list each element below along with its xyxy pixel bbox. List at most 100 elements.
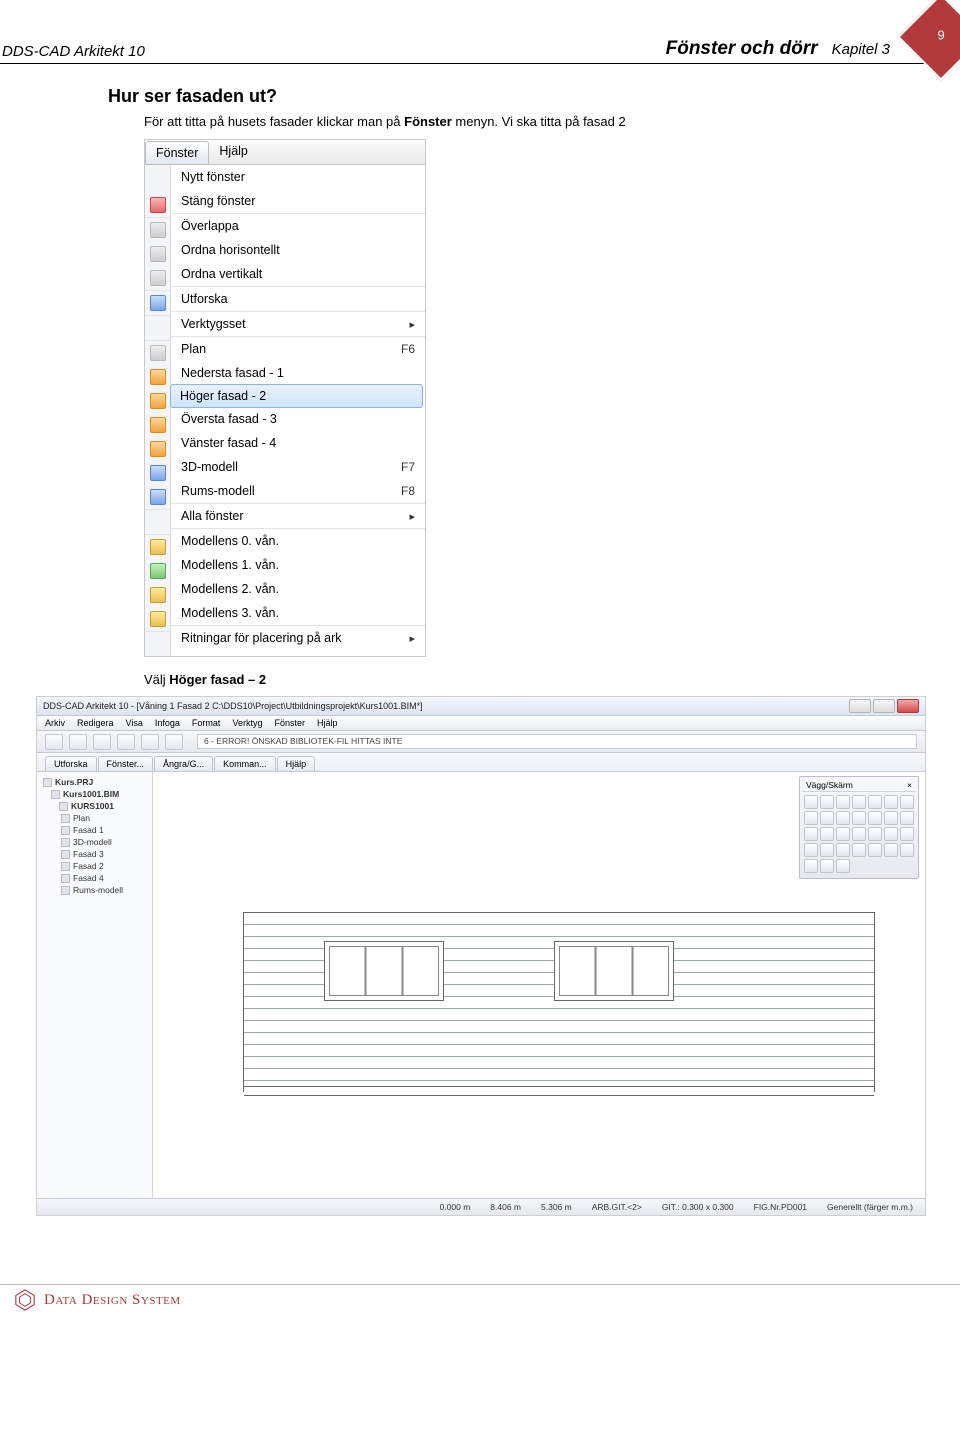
menu-hoger-fasad[interactable]: Höger fasad - 2 <box>170 384 423 408</box>
drawing-canvas[interactable]: Vägg/Skärm× <box>153 772 925 1198</box>
palette-button[interactable] <box>804 811 818 825</box>
menu-verktygsset[interactable]: Verktygsset <box>171 312 425 336</box>
facade-drawing <box>243 912 875 1092</box>
palette-button[interactable] <box>804 843 818 857</box>
facade-window-2 <box>554 941 674 1001</box>
floor1-icon <box>150 563 166 579</box>
palette-button[interactable] <box>804 795 818 809</box>
toolbar-button[interactable] <box>117 734 135 750</box>
app-menu-arkiv[interactable]: Arkiv <box>45 718 65 728</box>
tree-rums[interactable]: Rums-modell <box>41 884 148 896</box>
menu-overlappa[interactable]: Överlappa <box>171 214 425 238</box>
model3d-icon <box>150 465 166 481</box>
menu-plan[interactable]: PlanF6 <box>171 337 425 361</box>
palette-button[interactable] <box>868 843 882 857</box>
palette-button[interactable] <box>804 859 818 873</box>
app-menu-fonster[interactable]: Fönster <box>274 718 305 728</box>
tree-3dmodel[interactable]: 3D-modell <box>41 836 148 848</box>
tree-fasad1[interactable]: Fasad 1 <box>41 824 148 836</box>
facade3-icon <box>150 417 166 433</box>
menu-3d-modell[interactable]: 3D-modellF7 <box>171 455 425 479</box>
palette-button[interactable] <box>820 811 834 825</box>
menu-ordna-h[interactable]: Ordna horisontellt <box>171 238 425 262</box>
maximize-button[interactable] <box>873 699 895 713</box>
tree-project[interactable]: Kurs1001.BIM <box>41 788 148 800</box>
toolbar-button[interactable] <box>141 734 159 750</box>
palette-button[interactable] <box>884 795 898 809</box>
toolbar-button[interactable] <box>93 734 111 750</box>
menu-stang-fonster[interactable]: Stäng fönster <box>171 189 425 213</box>
palette-button[interactable] <box>836 843 850 857</box>
menubar-hjalp[interactable]: Hjälp <box>209 140 258 164</box>
palette-button[interactable] <box>820 795 834 809</box>
close-button[interactable] <box>897 699 919 713</box>
project-tree: Kurs.PRJ Kurs1001.BIM KURS1001 Plan Fasa… <box>37 772 153 1198</box>
palette-button[interactable] <box>868 795 882 809</box>
palette-button[interactable] <box>852 843 866 857</box>
file-icon <box>51 790 60 799</box>
app-menu-verktyg[interactable]: Verktyg <box>232 718 262 728</box>
tab-hjalp[interactable]: Hjälp <box>277 756 316 771</box>
menu-vanster-fasad[interactable]: Vänster fasad - 4 <box>171 431 425 455</box>
palette-button[interactable] <box>900 843 914 857</box>
palette-button[interactable] <box>852 795 866 809</box>
menu-icon-column <box>145 165 171 656</box>
palette-button[interactable] <box>836 811 850 825</box>
app-menu-visa[interactable]: Visa <box>126 718 143 728</box>
menu-modell-3[interactable]: Modellens 3. vån. <box>171 601 425 625</box>
minimize-button[interactable] <box>849 699 871 713</box>
room-model-icon <box>150 489 166 505</box>
palette-button[interactable] <box>868 811 882 825</box>
toolbar-button[interactable] <box>165 734 183 750</box>
tab-fonster[interactable]: Fönster... <box>98 756 154 771</box>
palette-button[interactable] <box>836 859 850 873</box>
menu-modell-0[interactable]: Modellens 0. vån. <box>171 529 425 553</box>
palette-button[interactable] <box>884 843 898 857</box>
tree-model[interactable]: KURS1001 <box>41 800 148 812</box>
tab-angra[interactable]: Ångra/G... <box>154 756 213 771</box>
toolbar-button[interactable] <box>45 734 63 750</box>
palette-button[interactable] <box>820 827 834 841</box>
menu-utforska[interactable]: Utforska <box>171 287 425 311</box>
app-menu-format[interactable]: Format <box>192 718 221 728</box>
menu-nedersta-fasad[interactable]: Nedersta fasad - 1 <box>171 361 425 385</box>
menubar-fonster[interactable]: Fönster <box>145 141 209 165</box>
menu-nytt-fonster[interactable]: Nytt fönster <box>171 165 425 189</box>
tree-fasad4[interactable]: Fasad 4 <box>41 872 148 884</box>
menu-modell-1[interactable]: Modellens 1. vån. <box>171 553 425 577</box>
tree-fasad2[interactable]: Fasad 2 <box>41 860 148 872</box>
app-menu-infoga[interactable]: Infoga <box>155 718 180 728</box>
palette-button[interactable] <box>884 827 898 841</box>
tab-komman[interactable]: Komman... <box>214 756 276 771</box>
menu-alla-fonster[interactable]: Alla fönster <box>171 504 425 528</box>
palette-close-icon[interactable]: × <box>907 780 912 790</box>
app-menu-redigera[interactable]: Redigera <box>77 718 114 728</box>
palette-button[interactable] <box>852 811 866 825</box>
tree-fasad3[interactable]: Fasad 3 <box>41 848 148 860</box>
tool-palette[interactable]: Vägg/Skärm× <box>799 776 919 879</box>
palette-button[interactable] <box>820 859 834 873</box>
palette-button[interactable] <box>884 811 898 825</box>
palette-button[interactable] <box>836 827 850 841</box>
menubar: Fönster Hjälp <box>145 140 425 165</box>
submenu-arrow-icon <box>409 317 415 331</box>
palette-button[interactable] <box>852 827 866 841</box>
menu-oversta-fasad[interactable]: Översta fasad - 3 <box>171 407 425 431</box>
status-y: 8.406 m <box>490 1202 521 1212</box>
palette-button[interactable] <box>836 795 850 809</box>
tree-root[interactable]: Kurs.PRJ <box>41 776 148 788</box>
menu-rums-modell[interactable]: Rums-modellF8 <box>171 479 425 503</box>
palette-button[interactable] <box>820 843 834 857</box>
palette-button[interactable] <box>804 827 818 841</box>
palette-button[interactable] <box>900 811 914 825</box>
app-menu-hjalp[interactable]: Hjälp <box>317 718 338 728</box>
menu-ordna-v[interactable]: Ordna vertikalt <box>171 262 425 286</box>
menu-modell-2[interactable]: Modellens 2. vån. <box>171 577 425 601</box>
palette-button[interactable] <box>900 795 914 809</box>
menu-ritningar[interactable]: Ritningar för placering på ark <box>171 626 425 650</box>
palette-button[interactable] <box>900 827 914 841</box>
toolbar-button[interactable] <box>69 734 87 750</box>
tree-plan[interactable]: Plan <box>41 812 148 824</box>
palette-button[interactable] <box>868 827 882 841</box>
tab-utforska[interactable]: Utforska <box>45 756 97 771</box>
